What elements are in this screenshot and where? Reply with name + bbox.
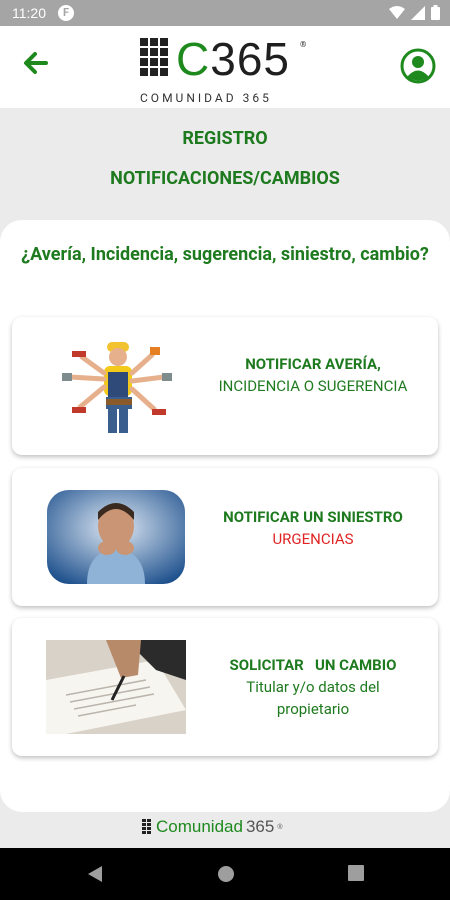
notify-incident-text: NOTIFICAR UN SINIESTRO URGENCIAS bbox=[200, 506, 426, 550]
logo-text: C365 bbox=[176, 33, 290, 85]
footer-logo-word: Comunidad bbox=[156, 817, 243, 836]
notify-incident-title: NOTIFICAR UN SINIESTRO bbox=[223, 508, 403, 526]
notify-incident-card[interactable]: NOTIFICAR UN SINIESTRO URGENCIAS bbox=[12, 468, 438, 606]
app-notification-icon: F bbox=[58, 5, 74, 21]
page-title-registro: REGISTRO bbox=[182, 128, 268, 149]
status-bar: 11:20 F bbox=[0, 0, 450, 26]
wifi-icon bbox=[389, 5, 405, 19]
nav-back-icon[interactable] bbox=[86, 864, 104, 884]
notify-incident-subtitle: URGENCIAS bbox=[272, 530, 354, 548]
request-change-text: SOLICITAR UN CAMBIO Titular y/o datos de… bbox=[200, 654, 426, 720]
footer-logo-number: 365 bbox=[245, 817, 275, 836]
status-icons bbox=[389, 5, 440, 20]
notify-breakdown-title: NOTIFICAR AVERÍA, bbox=[245, 355, 381, 373]
signing-document-photo bbox=[46, 640, 186, 734]
notify-breakdown-text: NOTIFICAR AVERÍA, INCIDENCIA O SUGERENCI… bbox=[200, 353, 426, 397]
signal-icon bbox=[411, 5, 425, 20]
logo-registered-mark: ® bbox=[300, 40, 307, 49]
comunidad365-logo: C365 ® COMUNIDAD 365 bbox=[140, 33, 310, 108]
footer-logo-grid-icon bbox=[142, 818, 153, 836]
handyman-illustration bbox=[62, 342, 172, 433]
request-change-title: SOLICITAR UN CAMBIO bbox=[229, 656, 397, 674]
question-heading: ¿Avería, Incidencia, sugerencia, siniest… bbox=[21, 244, 429, 265]
nav-recents-icon[interactable] bbox=[347, 864, 365, 882]
back-arrow-icon[interactable] bbox=[20, 48, 50, 78]
page-title-notificaciones: NOTIFICACIONES/CAMBIOS bbox=[110, 168, 340, 189]
app-header: C365 ® COMUNIDAD 365 bbox=[0, 26, 450, 108]
request-change-subtitle: Titular y/o datos del propietario bbox=[246, 678, 380, 718]
notify-breakdown-subtitle: INCIDENCIA O SUGERENCIA bbox=[218, 377, 408, 395]
logo-subtitle: COMUNIDAD 365 bbox=[140, 91, 272, 105]
logo-grid-icon bbox=[140, 38, 170, 80]
profile-icon[interactable] bbox=[400, 48, 436, 84]
system-navigation-bar bbox=[0, 848, 450, 900]
footer-registered-mark: ® bbox=[277, 823, 283, 831]
footer-logo: Comunidad 365 ® bbox=[142, 817, 283, 837]
request-change-card[interactable]: SOLICITAR UN CAMBIO Titular y/o datos de… bbox=[12, 618, 438, 756]
worried-man-photo bbox=[47, 490, 185, 584]
battery-icon bbox=[431, 5, 440, 20]
nav-home-icon[interactable] bbox=[216, 864, 236, 884]
notify-breakdown-card[interactable]: NOTIFICAR AVERÍA, INCIDENCIA O SUGERENCI… bbox=[12, 317, 438, 455]
status-time: 11:20 bbox=[12, 5, 46, 21]
options-panel: ¿Avería, Incidencia, sugerencia, siniest… bbox=[0, 220, 450, 812]
